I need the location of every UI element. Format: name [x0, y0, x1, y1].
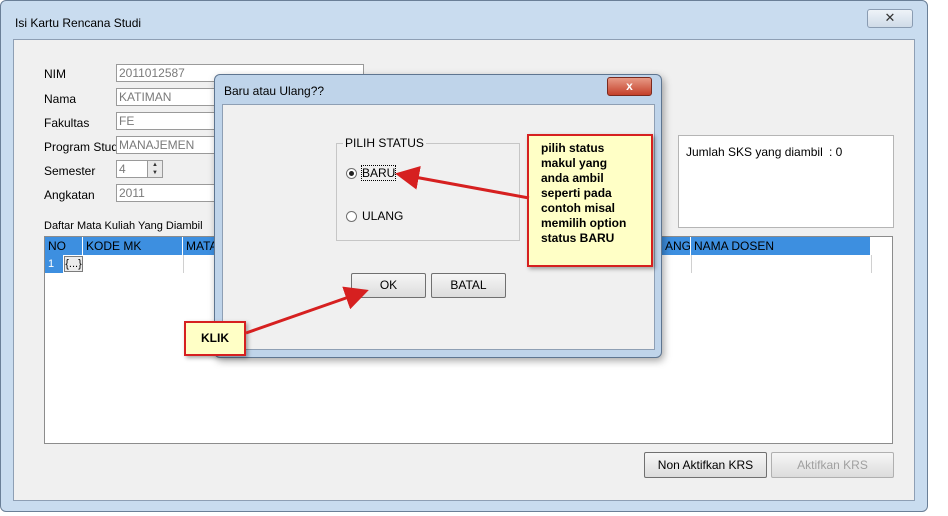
- grid-row-lookup-button[interactable]: {...}: [64, 256, 83, 272]
- stepper-down-icon[interactable]: ▼: [148, 169, 162, 177]
- nim-label: NIM: [44, 67, 66, 81]
- klik-callout: KLIK: [184, 321, 246, 356]
- dialog-close-button[interactable]: x: [607, 77, 652, 96]
- grid-header-nama-dosen[interactable]: NAMA DOSEN: [691, 237, 871, 255]
- status-callout-line: contoh misal: [541, 201, 616, 215]
- program-studi-label: Program Studi: [44, 140, 121, 154]
- ok-button[interactable]: OK: [351, 273, 426, 298]
- semester-stepper[interactable]: ▲ ▼: [147, 160, 163, 178]
- status-callout: pilih status makul yang anda ambil seper…: [527, 134, 653, 267]
- status-callout-line: memilih option: [541, 216, 627, 230]
- grid-row-no[interactable]: 1: [45, 255, 63, 273]
- grid-divider: [871, 255, 872, 273]
- status-callout-line: makul yang: [541, 156, 608, 170]
- status-callout-line: status BARU: [541, 231, 615, 245]
- dialog-title: Baru atau Ulang??: [224, 84, 325, 98]
- sks-value: : 0: [829, 145, 843, 159]
- status-callout-line: anda ambil: [541, 171, 604, 185]
- status-group-title: PILIH STATUS: [343, 136, 426, 150]
- batal-button[interactable]: BATAL: [431, 273, 506, 298]
- grid-header-kode-mk[interactable]: KODE MK: [83, 237, 183, 255]
- main-close-button[interactable]: ✕: [867, 9, 913, 28]
- aktifkan-krs-button[interactable]: Aktifkan KRS: [771, 452, 894, 478]
- angkatan-label: Angkatan: [44, 188, 95, 202]
- baru-radio-label[interactable]: BARU: [360, 165, 397, 181]
- sks-label: Jumlah SKS yang diambil: [686, 145, 823, 159]
- ulang-radio-label[interactable]: ULANG: [362, 209, 403, 223]
- sks-panel: Jumlah SKS yang diambil : 0: [678, 135, 894, 228]
- status-callout-line: seperti pada: [541, 186, 612, 200]
- fakultas-label: Fakultas: [44, 116, 90, 130]
- status-group: PILIH STATUS BARU ULANG: [336, 136, 520, 241]
- grid-divider: [183, 255, 184, 273]
- grid-header-no[interactable]: NO: [45, 237, 83, 255]
- status-callout-line: pilih status: [541, 141, 605, 155]
- main-window-title: Isi Kartu Rencana Studi: [15, 16, 142, 30]
- ulang-radio[interactable]: [346, 211, 357, 222]
- semester-label: Semester: [44, 164, 96, 178]
- close-icon: ✕: [884, 10, 896, 25]
- close-icon: x: [626, 79, 633, 93]
- baru-radio[interactable]: [346, 168, 357, 179]
- non-aktifkan-krs-button[interactable]: Non Aktifkan KRS: [644, 452, 767, 478]
- stepper-up-icon[interactable]: ▲: [148, 161, 162, 169]
- semester-field[interactable]: 4: [116, 160, 148, 178]
- grid-divider: [691, 255, 692, 273]
- grid-title: Daftar Mata Kuliah Yang Diambil: [44, 220, 203, 232]
- nama-label: Nama: [44, 92, 77, 106]
